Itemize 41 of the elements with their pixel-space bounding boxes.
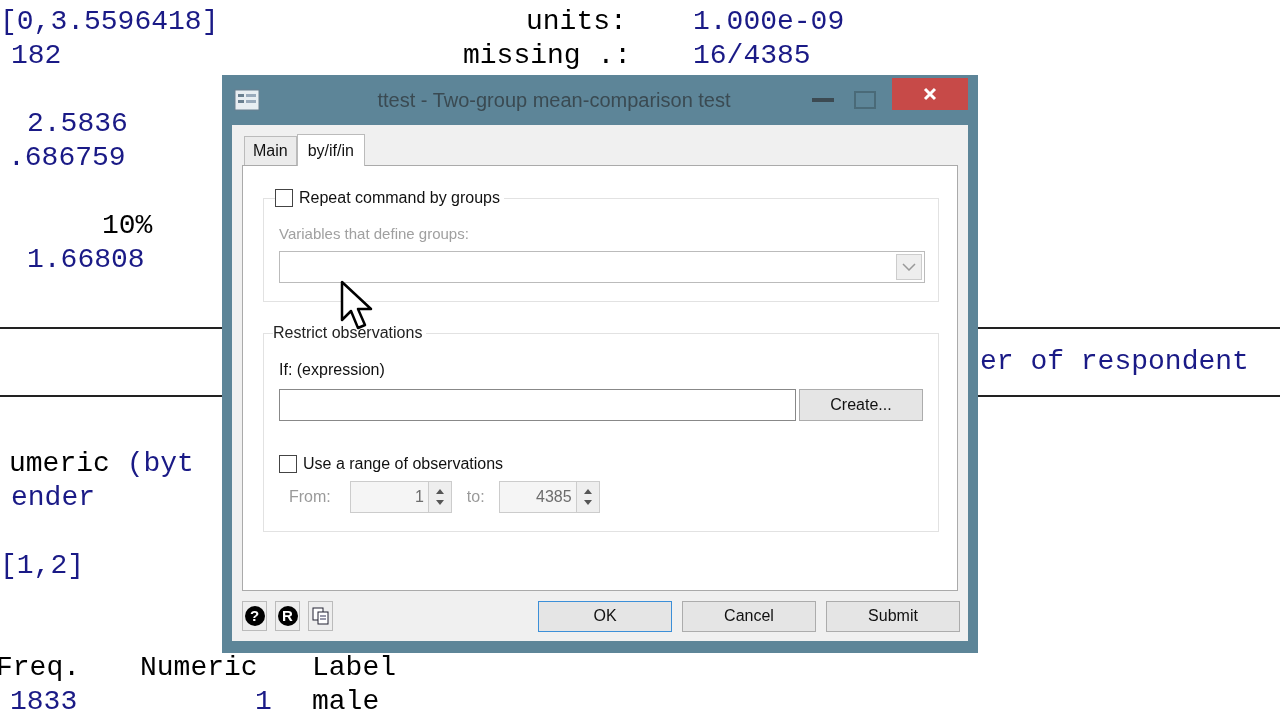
output-text: .686759	[8, 141, 126, 175]
field-label: If: (expression)	[279, 360, 386, 379]
window-title: ttest - Two-group mean-comparison test	[376, 88, 732, 112]
dialog-button[interactable]: OK	[538, 600, 672, 632]
chevron-down-icon	[902, 263, 916, 271]
output-text: Numeric	[140, 651, 258, 685]
output-text: missing .:	[463, 39, 632, 73]
output-text: 1	[255, 685, 272, 719]
output-text: ender	[11, 481, 95, 515]
expression-field[interactable]	[279, 389, 796, 421]
close-button[interactable]	[892, 78, 968, 110]
output-text: er of respondent	[980, 345, 1249, 379]
output-text: 2.5836	[27, 107, 128, 141]
output-text: male	[312, 685, 380, 719]
checkbox-label: Use a range of observations	[303, 455, 504, 473]
output-text: 1.66808	[27, 243, 145, 277]
output-text: units:	[526, 5, 627, 39]
output-text: 1.000e-09	[693, 5, 845, 39]
help-button[interactable]: ?	[242, 601, 267, 631]
output-text: [0,3.5596418]	[0, 5, 219, 39]
checkbox-label: Repeat command by groups	[299, 189, 500, 207]
output-text: [1,2]	[0, 549, 84, 583]
form-icon	[234, 89, 260, 111]
help-button[interactable]: R	[275, 601, 300, 631]
output-text: 16/4385	[693, 39, 811, 73]
dialog-button[interactable]: Submit	[826, 600, 960, 632]
output-text: 10%	[102, 209, 153, 243]
close-icon	[922, 86, 938, 102]
copy-button[interactable]	[308, 601, 333, 631]
output-text: 1833	[10, 685, 78, 719]
output-text: 182	[11, 39, 62, 73]
tab[interactable]: Main	[244, 136, 297, 165]
dialog-button[interactable]: Cancel	[682, 600, 816, 632]
minimize-icon[interactable]	[812, 97, 834, 103]
variables-dropdown[interactable]	[279, 251, 925, 283]
field-label: From:	[289, 488, 331, 506]
output-text: Label	[312, 651, 396, 685]
field-label: to:	[466, 488, 485, 506]
field-label: Variables that define groups:	[279, 224, 470, 242]
output-text: umeric (byt	[9, 447, 194, 481]
tab[interactable]: by/if/in	[296, 134, 365, 166]
